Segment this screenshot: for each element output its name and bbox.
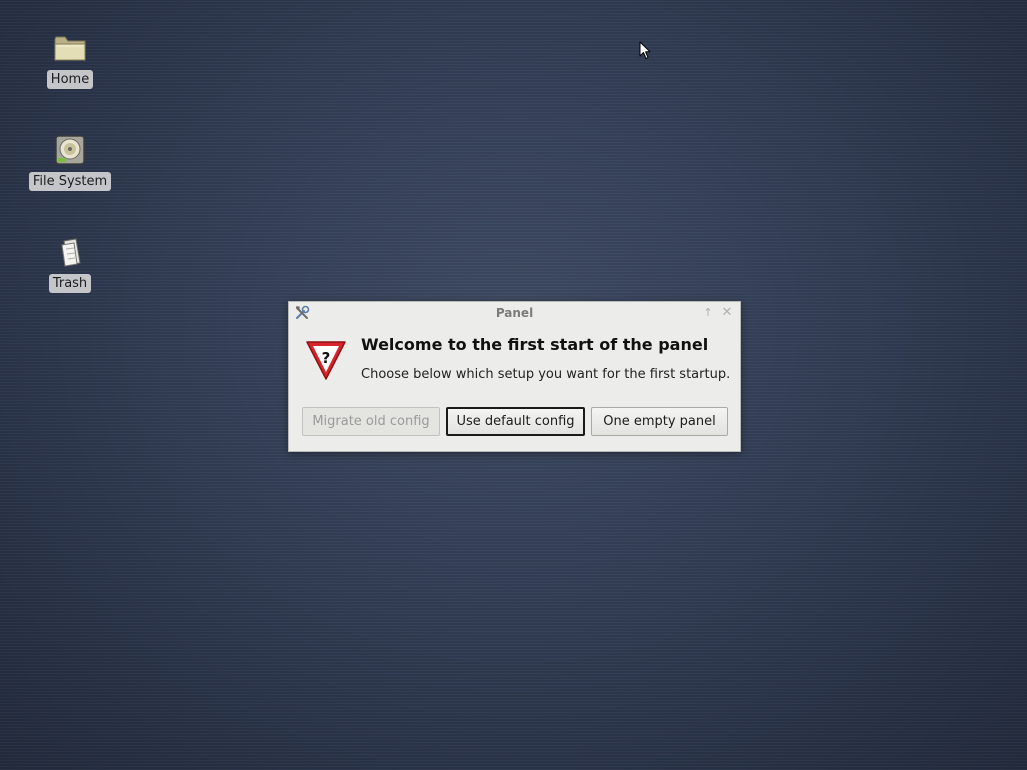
panel-first-start-dialog[interactable]: Panel ↑ ✕ ? Welcome to the first start o… [288, 301, 741, 452]
dialog-title: Panel [495, 306, 534, 320]
desktop-icon-label: File System [28, 172, 112, 191]
desktop[interactable]: Home File System Trash Panel ↑ ✕ ? Welco… [0, 0, 1027, 770]
desktop-icon-label: Home [46, 70, 94, 89]
dialog-heading: Welcome to the first start of the panel [361, 335, 709, 354]
migrate-old-config-button: Migrate old config [302, 407, 440, 436]
dialog-titlebar[interactable]: Panel ↑ ✕ [289, 302, 740, 324]
folder-icon [52, 30, 88, 66]
mouse-cursor-icon [639, 41, 651, 59]
close-button[interactable]: ✕ [720, 306, 734, 320]
trash-icon [52, 234, 88, 270]
dialog-message: Choose below which setup you want for th… [361, 367, 731, 382]
hard-drive-icon [52, 132, 88, 168]
desktop-icon-trash[interactable]: Trash [22, 234, 118, 293]
desktop-icon-file-system[interactable]: File System [22, 132, 118, 191]
maximize-button[interactable]: ↑ [701, 306, 715, 320]
desktop-icon-home[interactable]: Home [22, 30, 118, 89]
question-warning-icon: ? [306, 341, 346, 380]
one-empty-panel-button[interactable]: One empty panel [591, 407, 728, 436]
use-default-config-button[interactable]: Use default config [446, 407, 585, 436]
desktop-icon-label: Trash [48, 274, 92, 293]
svg-text:?: ? [322, 349, 331, 367]
